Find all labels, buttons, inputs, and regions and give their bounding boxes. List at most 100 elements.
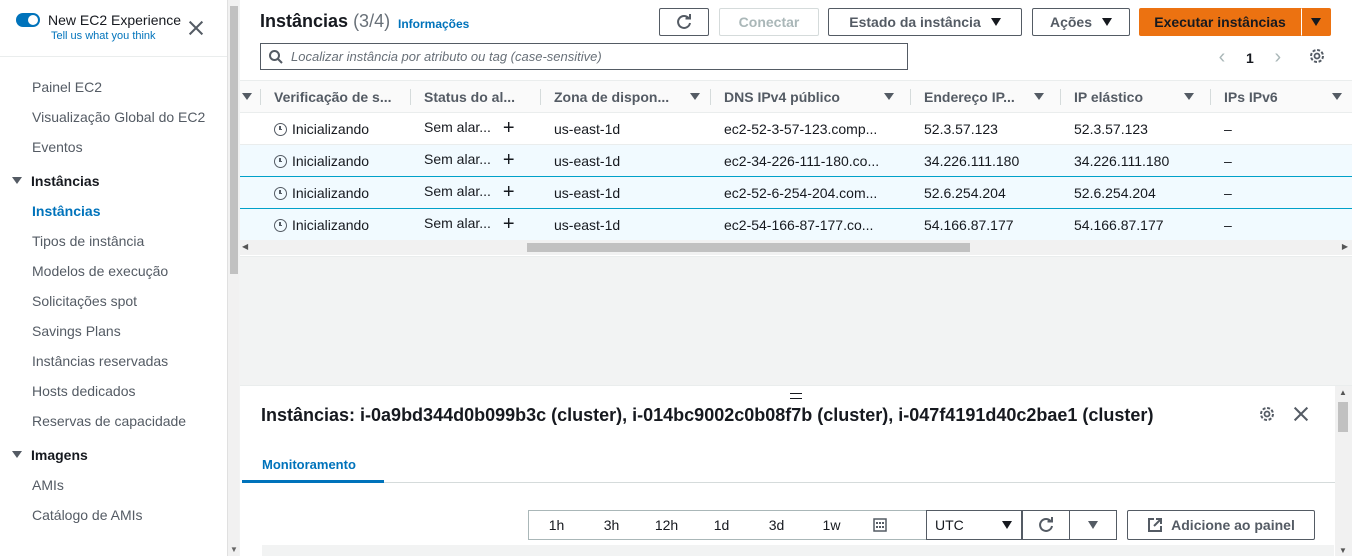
- table-row[interactable]: Inicializando Sem alar... + us-east-1d ec…: [240, 208, 1352, 241]
- range-3h[interactable]: 3h: [584, 517, 639, 533]
- refresh-options-dropdown[interactable]: [1069, 510, 1117, 540]
- info-link[interactable]: Informações: [398, 17, 469, 31]
- close-icon[interactable]: [1291, 404, 1311, 424]
- sidebar-item-instances[interactable]: Instâncias: [0, 200, 227, 222]
- tab-monitoring[interactable]: Monitoramento: [242, 446, 384, 483]
- alarm-status-text: Sem alar...: [424, 151, 491, 167]
- instance-search[interactable]: [260, 43, 908, 70]
- sidebar-item-capacity-reservations[interactable]: Reservas de capacidade: [0, 410, 227, 432]
- status-check-text: Inicializando: [292, 184, 370, 201]
- details-title: Instâncias: i-0a9bd344d0b099b3c (cluster…: [261, 405, 1154, 425]
- column-header-availability-zone[interactable]: Zona de dispon...: [540, 80, 710, 113]
- caret-down-icon: [1311, 18, 1321, 26]
- scroll-down-icon[interactable]: ▼: [230, 545, 238, 554]
- sidebar-section-images[interactable]: Imagens: [0, 444, 227, 466]
- range-1d[interactable]: 1d: [694, 517, 749, 533]
- scroll-left-icon[interactable]: ◀: [242, 242, 248, 251]
- sidebar-item-global-view[interactable]: Visualização Global do EC2: [0, 106, 227, 128]
- launch-instances-dropdown[interactable]: [1301, 8, 1331, 36]
- sidebar-scrollbar[interactable]: ▼: [227, 0, 239, 556]
- new-experience-toggle-row: New EC2 Experience Tell us what you thin…: [16, 12, 181, 42]
- external-link-icon: [1148, 518, 1163, 532]
- plus-icon[interactable]: +: [503, 149, 515, 171]
- caret-down-icon: [1088, 521, 1098, 529]
- chart-area-top: [262, 545, 1334, 556]
- column-header-label: IPs IPv6: [1224, 88, 1278, 105]
- elastic-ip-cell: 54.166.87.177: [1060, 208, 1210, 241]
- table-horizontal-scrollbar[interactable]: ◀ ▶: [240, 240, 1352, 255]
- column-header-ip-address[interactable]: Endereço IP...: [910, 80, 1060, 113]
- feedback-link[interactable]: Tell us what you think: [51, 30, 181, 42]
- status-check-cell: Inicializando: [260, 144, 410, 177]
- search-input[interactable]: [291, 49, 871, 64]
- column-header-public-dns[interactable]: DNS IPv4 público: [710, 80, 910, 113]
- sidebar-item-savings-plans[interactable]: Savings Plans: [0, 320, 227, 342]
- row-checkbox-cell[interactable]: [240, 208, 260, 241]
- refresh-button[interactable]: [659, 8, 709, 36]
- close-icon[interactable]: [186, 18, 206, 38]
- column-header-checkbox[interactable]: [240, 80, 260, 113]
- row-checkbox-cell[interactable]: [240, 176, 260, 209]
- column-header-label: Endereço IP...: [924, 88, 1015, 105]
- chevron-right-icon[interactable]: ›: [1268, 46, 1288, 69]
- caret-down-icon: [12, 451, 22, 458]
- chevron-left-icon[interactable]: ‹: [1212, 46, 1232, 69]
- scroll-right-icon[interactable]: ▶: [1342, 242, 1348, 251]
- table-row[interactable]: Inicializando Sem alar... + us-east-1d ec…: [240, 176, 1352, 209]
- sidebar-scrollbar-thumb[interactable]: [230, 6, 238, 274]
- preferences-gear-icon[interactable]: [1308, 47, 1326, 68]
- instance-state-dropdown[interactable]: Estado da instância: [828, 8, 1022, 36]
- table-row[interactable]: Inicializando Sem alar... + us-east-1d ec…: [240, 112, 1352, 145]
- range-3d[interactable]: 3d: [749, 517, 804, 533]
- table-scrollbar-thumb[interactable]: [527, 243, 970, 252]
- sidebar-item-launch-templates[interactable]: Modelos de execução: [0, 260, 227, 282]
- status-check-text: Inicializando: [292, 152, 370, 169]
- details-scrollbar[interactable]: ▲ ▼: [1335, 386, 1352, 556]
- calendar-icon[interactable]: [873, 518, 887, 532]
- details-gear-icon[interactable]: [1258, 405, 1276, 426]
- plus-icon[interactable]: +: [503, 213, 515, 235]
- launch-instances-button[interactable]: Executar instâncias: [1139, 8, 1301, 36]
- sidebar-item-events[interactable]: Eventos: [0, 136, 227, 158]
- row-checkbox-cell[interactable]: [240, 144, 260, 177]
- clock-icon: [274, 154, 287, 168]
- caret-down-icon: [1001, 521, 1012, 529]
- sidebar-item-instance-types[interactable]: Tipos de instância: [0, 230, 227, 252]
- sidebar-item-amis[interactable]: AMIs: [0, 474, 227, 496]
- table-row[interactable]: Inicializando Sem alar... + us-east-1d ec…: [240, 144, 1352, 177]
- status-check-text: Inicializando: [292, 216, 370, 233]
- resize-handle-icon[interactable]: [790, 393, 802, 399]
- scroll-up-icon[interactable]: ▲: [1339, 388, 1347, 397]
- page-number[interactable]: 1: [1246, 50, 1254, 66]
- timezone-select[interactable]: UTC: [926, 510, 1022, 540]
- new-experience-label: New EC2 Experience: [48, 12, 182, 28]
- row-checkbox-cell[interactable]: [240, 112, 260, 145]
- column-header-status-check[interactable]: Verificação de s...: [260, 80, 410, 113]
- monitoring-refresh-button[interactable]: [1022, 510, 1070, 540]
- sidebar-item-spot-requests[interactable]: Solicitações spot: [0, 290, 227, 312]
- plus-icon[interactable]: +: [503, 117, 515, 139]
- ipv6-cell: –: [1210, 144, 1352, 177]
- column-header-alarm-status[interactable]: Status do al...: [410, 80, 540, 113]
- actions-dropdown[interactable]: Ações: [1032, 8, 1130, 36]
- sidebar-item-dedicated-hosts[interactable]: Hosts dedicados: [0, 380, 227, 402]
- range-1w[interactable]: 1w: [804, 517, 859, 533]
- plus-icon[interactable]: +: [503, 181, 515, 203]
- details-scrollbar-thumb[interactable]: [1338, 402, 1348, 432]
- sidebar-item-ec2-dashboard[interactable]: Painel EC2: [0, 76, 227, 98]
- new-experience-toggle[interactable]: [16, 13, 40, 27]
- range-12h[interactable]: 12h: [639, 517, 694, 533]
- sidebar-section-instances[interactable]: Instâncias: [0, 170, 227, 192]
- column-header-label: IP elástico: [1074, 88, 1144, 105]
- range-1h[interactable]: 1h: [529, 517, 584, 533]
- connect-button[interactable]: Conectar: [719, 8, 819, 36]
- page-title-text: Instâncias: [260, 11, 349, 31]
- alarm-status-text: Sem alar...: [424, 183, 491, 199]
- sidebar-item-reserved-instances[interactable]: Instâncias reservadas: [0, 350, 227, 372]
- column-header-ipv6[interactable]: IPs IPv6: [1210, 80, 1352, 113]
- zone-cell: us-east-1d: [540, 208, 710, 241]
- sidebar-item-ami-catalog[interactable]: Catálogo de AMIs: [0, 504, 227, 526]
- column-header-elastic-ip[interactable]: IP elástico: [1060, 80, 1210, 113]
- add-to-dashboard-button[interactable]: Adicione ao painel: [1127, 510, 1315, 540]
- scroll-down-icon[interactable]: ▼: [1339, 546, 1347, 555]
